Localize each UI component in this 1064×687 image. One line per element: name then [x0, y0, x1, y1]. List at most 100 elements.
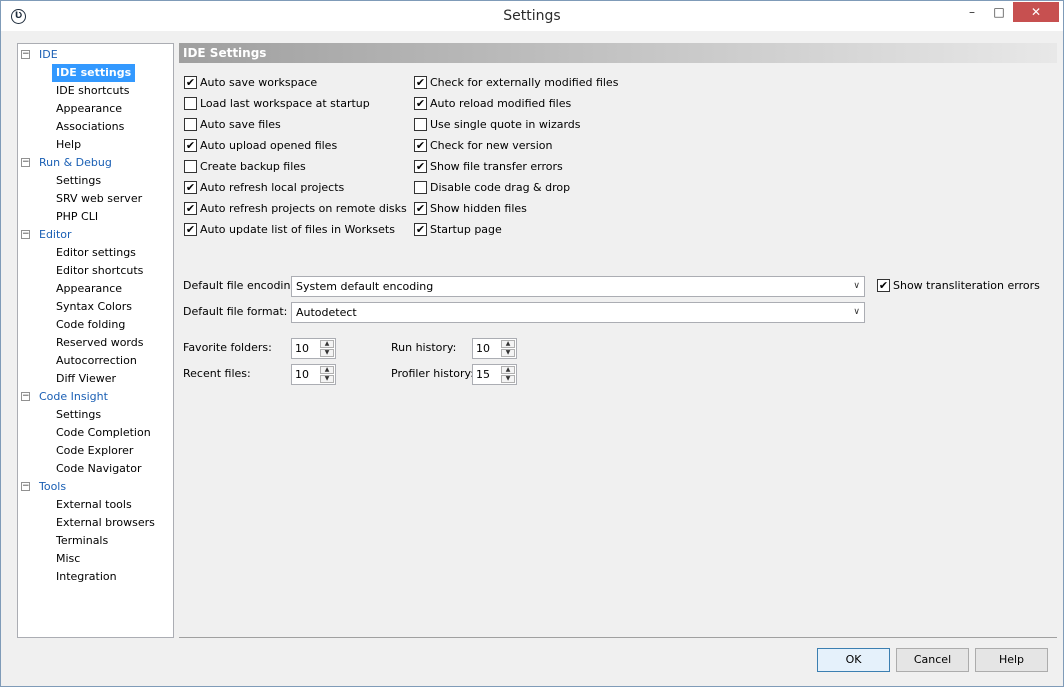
checkbox-box: [414, 181, 427, 194]
tree-item[interactable]: Settings: [18, 406, 173, 424]
tree-category-3[interactable]: − Code Insight: [18, 388, 173, 406]
tree-item-label: Settings: [56, 174, 102, 187]
checkbox-label: Auto update list of files in Worksets: [200, 223, 395, 236]
tree-item[interactable]: Integration: [18, 568, 173, 586]
close-button[interactable]: ✕: [1013, 2, 1059, 22]
checkbox-label: Check for new version: [430, 139, 553, 152]
checkbox-label: Auto refresh projects on remote disks: [200, 202, 407, 215]
tree-item[interactable]: Misc: [18, 550, 173, 568]
tree-item[interactable]: External browsers: [18, 514, 173, 532]
format-value: Autodetect: [296, 306, 357, 319]
checkbox-box: ✔: [877, 279, 890, 292]
spin-up-icon[interactable]: ▲: [320, 340, 334, 348]
help-button[interactable]: Help: [975, 648, 1048, 672]
tree-item-label: Misc: [56, 552, 81, 565]
checkbox-box: [184, 160, 197, 173]
tree-item[interactable]: Terminals: [18, 532, 173, 550]
checkbox-box: ✔: [184, 76, 197, 89]
checkbox-box: ✔: [414, 97, 427, 110]
format-select[interactable]: Autodetect ∨: [291, 302, 865, 323]
spin-up-icon[interactable]: ▲: [320, 366, 334, 374]
cancel-button[interactable]: Cancel: [896, 648, 969, 672]
tree-item[interactable]: Syntax Colors: [18, 298, 173, 316]
tree-category-4[interactable]: − Tools: [18, 478, 173, 496]
tree-item[interactable]: Autocorrection: [18, 352, 173, 370]
recent-files-value: 10: [295, 368, 309, 381]
tree-item[interactable]: PHP CLI: [18, 208, 173, 226]
tree-item-label: External browsers: [56, 516, 155, 529]
collapse-icon[interactable]: −: [21, 50, 30, 59]
checkbox-box: [184, 97, 197, 110]
spin-down-icon[interactable]: ▼: [501, 375, 515, 383]
window-title: Settings: [503, 8, 561, 24]
title-bar: Ʋ Settings – □ ✕: [1, 1, 1063, 31]
tree-item[interactable]: Code Completion: [18, 424, 173, 442]
checkbox-label: Show file transfer errors: [430, 160, 563, 173]
run-history-value: 10: [476, 342, 490, 355]
tree-item-label: Appearance: [56, 102, 123, 115]
minimize-button[interactable]: –: [959, 2, 985, 22]
run-history-spinner[interactable]: 10 ▲ ▼: [472, 338, 517, 359]
spin-up-icon[interactable]: ▲: [501, 366, 515, 374]
tree-item-label: PHP CLI: [56, 210, 99, 223]
tree-item-label: Settings: [56, 408, 102, 421]
translit-label: Show transliteration errors: [893, 279, 1040, 292]
profiler-history-spinner[interactable]: 15 ▲ ▼: [472, 364, 517, 385]
checkbox-label: Disable code drag & drop: [430, 181, 571, 194]
collapse-icon[interactable]: −: [21, 392, 30, 401]
spin-down-icon[interactable]: ▼: [501, 349, 515, 357]
tree-item[interactable]: Code Explorer: [18, 442, 173, 460]
tree-item-label: IDE settings: [52, 64, 136, 82]
checkbox-box: ✔: [414, 76, 427, 89]
tree-category-0[interactable]: − IDE: [18, 46, 173, 64]
favorite-folders-spinner[interactable]: 10 ▲ ▼: [291, 338, 336, 359]
checkbox-box: ✔: [184, 139, 197, 152]
tree-item[interactable]: IDE shortcuts: [18, 82, 173, 100]
tree-item[interactable]: Code Navigator: [18, 460, 173, 478]
tree-item[interactable]: Associations: [18, 118, 173, 136]
profiler-history-label: Profiler history:: [391, 367, 474, 380]
collapse-icon[interactable]: −: [21, 482, 30, 491]
tree-item[interactable]: External tools: [18, 496, 173, 514]
tree-item[interactable]: Appearance: [18, 280, 173, 298]
checkbox-label: Load last workspace at startup: [200, 97, 370, 110]
tree-item[interactable]: IDE settings: [18, 64, 173, 82]
checkbox-label: Auto refresh local projects: [200, 181, 345, 194]
tree-item-label: Autocorrection: [56, 354, 137, 367]
recent-files-spinner[interactable]: 10 ▲ ▼: [291, 364, 336, 385]
tree-item[interactable]: Help: [18, 136, 173, 154]
favorite-folders-value: 10: [295, 342, 309, 355]
checkbox-label: Show hidden files: [430, 202, 527, 215]
spin-up-icon[interactable]: ▲: [501, 340, 515, 348]
collapse-icon[interactable]: −: [21, 230, 30, 239]
tree-item-label: Editor settings: [56, 246, 136, 259]
checkbox-label: Auto save workspace: [200, 76, 318, 89]
tree-item-label: External tools: [56, 498, 132, 511]
spin-down-icon[interactable]: ▼: [320, 349, 334, 357]
tree-category-label: Run & Debug: [39, 156, 112, 169]
tree-item-label: Code folding: [56, 318, 126, 331]
collapse-icon[interactable]: −: [21, 158, 30, 167]
tree-item[interactable]: SRV web server: [18, 190, 173, 208]
checkbox-label: Use single quote in wizards: [430, 118, 581, 131]
ok-button[interactable]: OK: [817, 648, 890, 672]
tree-item[interactable]: Reserved words: [18, 334, 173, 352]
tree-category-label: Code Insight: [39, 390, 108, 403]
tree-category-1[interactable]: − Run & Debug: [18, 154, 173, 172]
spin-down-icon[interactable]: ▼: [320, 375, 334, 383]
tree-item[interactable]: Editor shortcuts: [18, 262, 173, 280]
encoding-select[interactable]: System default encoding ∨: [291, 276, 865, 297]
tree-category-2[interactable]: − Editor: [18, 226, 173, 244]
checkbox-label: Auto upload opened files: [200, 139, 338, 152]
tree-item-label: Code Explorer: [56, 444, 134, 457]
checkbox-label: Auto reload modified files: [430, 97, 572, 110]
settings-tree[interactable]: − IDE IDE settings IDE shortcuts Appearance A…: [17, 43, 174, 638]
tree-item[interactable]: Settings: [18, 172, 173, 190]
checkbox-box: ✔: [414, 202, 427, 215]
tree-item[interactable]: Appearance: [18, 100, 173, 118]
tree-item[interactable]: Code folding: [18, 316, 173, 334]
tree-item[interactable]: Editor settings: [18, 244, 173, 262]
chevron-down-icon: ∨: [853, 307, 860, 317]
maximize-button[interactable]: □: [986, 2, 1012, 22]
tree-item[interactable]: Diff Viewer: [18, 370, 173, 388]
